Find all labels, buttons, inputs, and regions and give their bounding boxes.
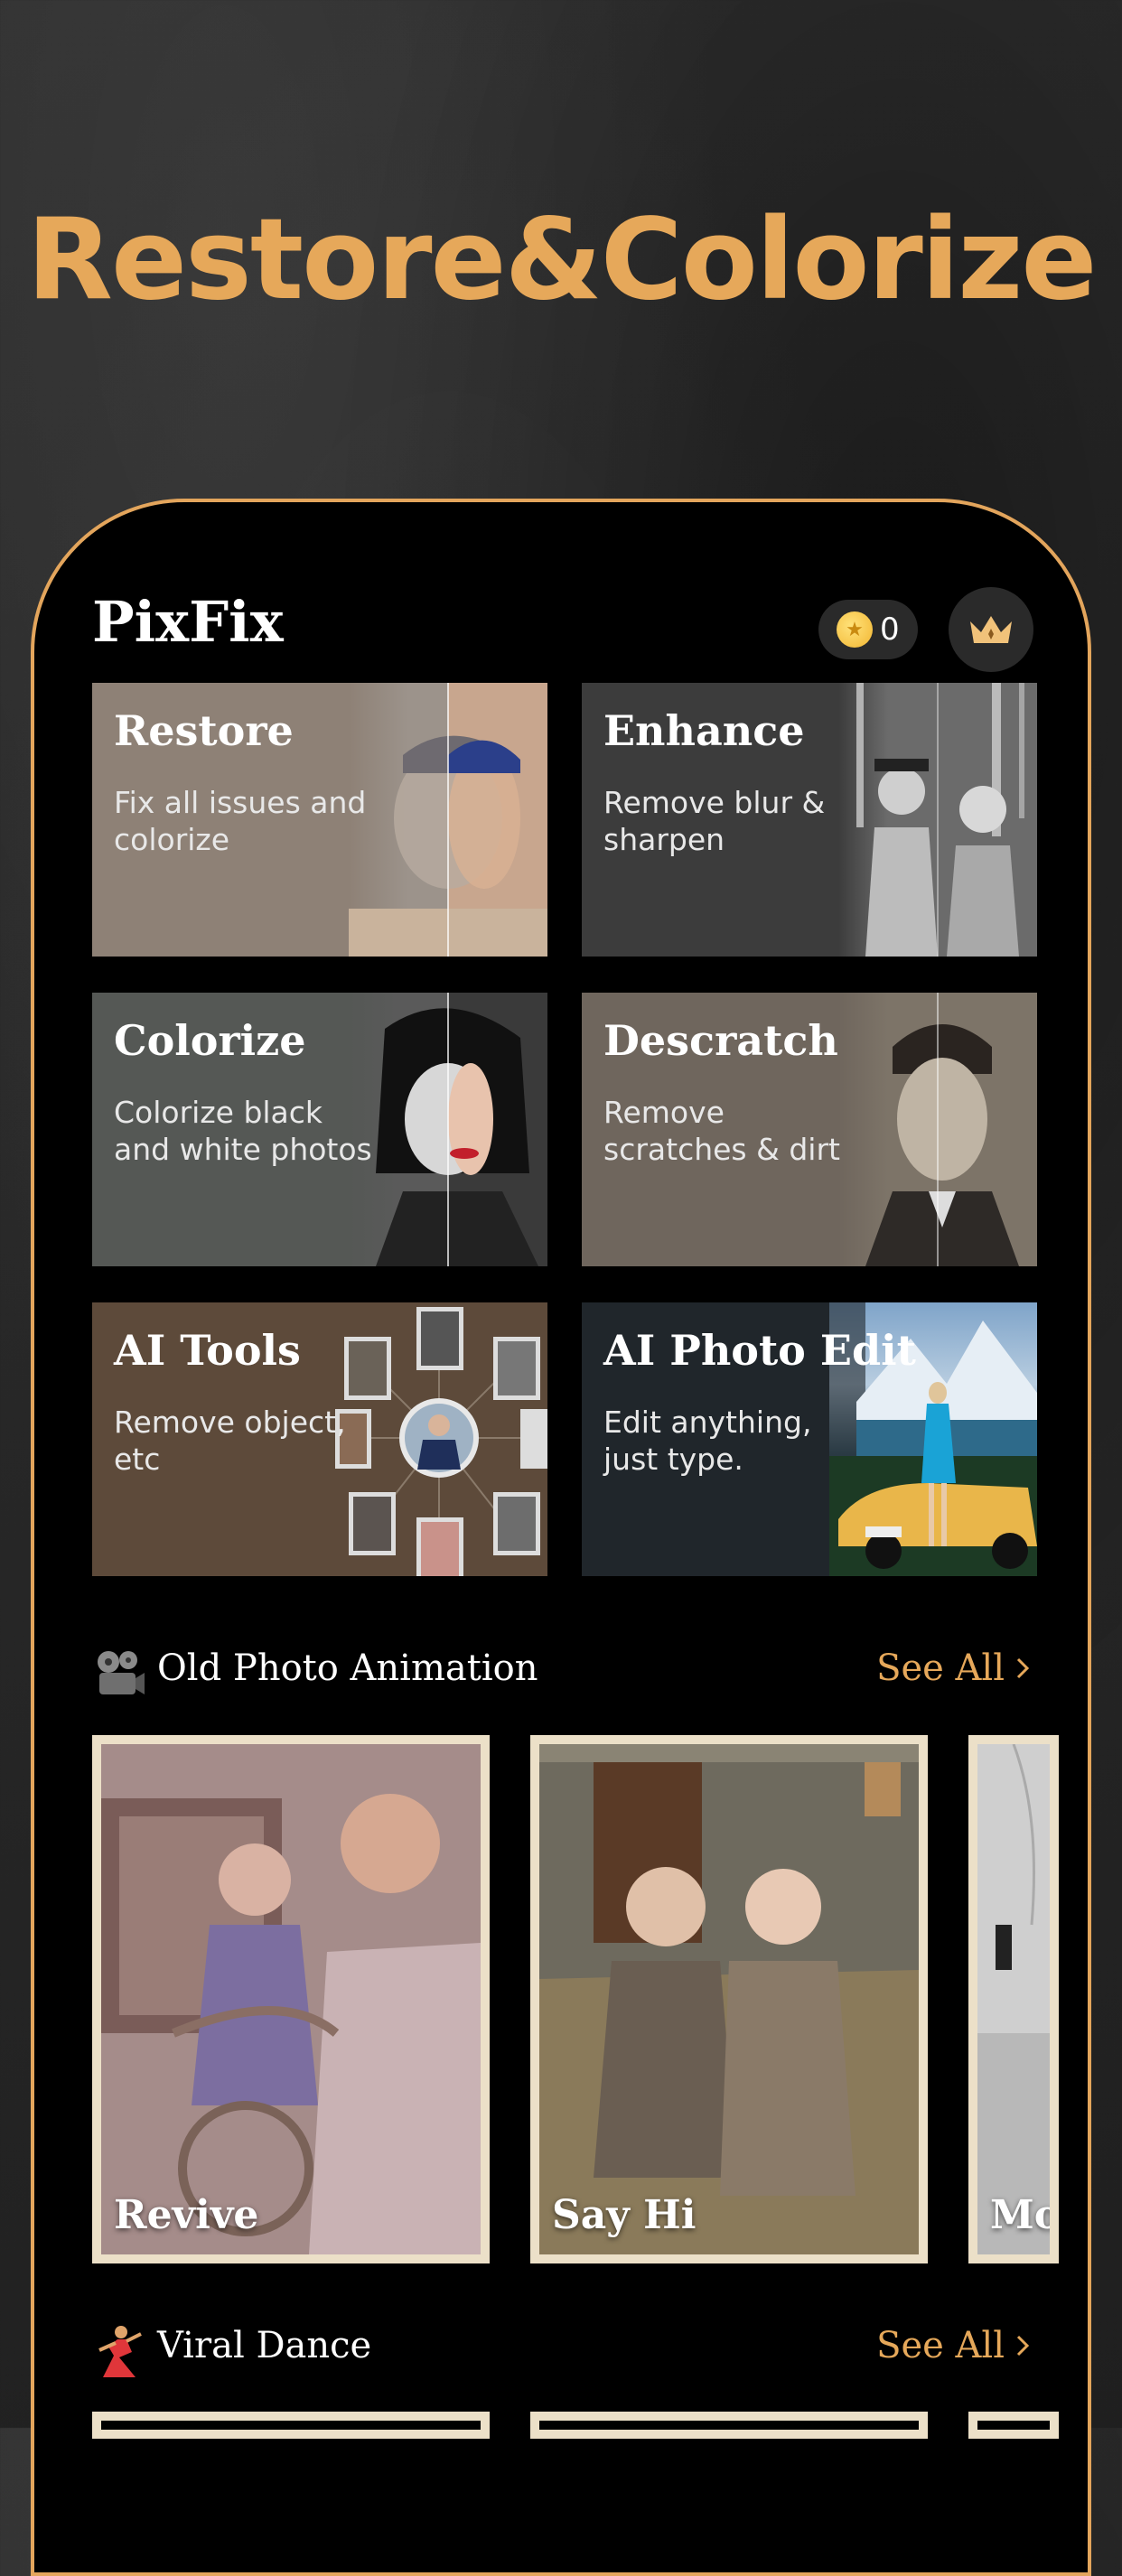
premium-button[interactable] (949, 587, 1033, 672)
coin-icon: ★ (837, 611, 873, 648)
coin-balance-button[interactable]: ★ 0 (818, 600, 918, 659)
crown-icon (970, 616, 1012, 643)
app-header: PixFix ★ 0 (92, 576, 1033, 672)
tool-card-ai-tools[interactable]: AI Tools Remove object, etc (92, 1302, 547, 1576)
see-all-dance-link[interactable]: See All (876, 2325, 1030, 2366)
coin-count: 0 (880, 611, 900, 648)
tool-description: Colorize black and white photos (114, 1095, 372, 1167)
dancer-icon (98, 2326, 142, 2377)
tool-card-colorize[interactable]: Colorize Colorize black and white photos (92, 993, 547, 1266)
chevron-right-icon (1016, 2335, 1030, 2357)
tool-title: Descratch (603, 1016, 838, 1065)
dance-card-2[interactable] (530, 2412, 928, 2439)
animation-card-say-hi[interactable]: Say Hi (530, 1735, 928, 2263)
mo-image (977, 1744, 1050, 2254)
tool-title: Restore (114, 706, 294, 755)
animation-card-mo[interactable]: Mo (968, 1735, 1059, 2263)
see-all-label: See All (876, 2325, 1005, 2366)
tool-description: Edit anything, just type. (603, 1405, 812, 1477)
hero-title: Restore&Colorize (26, 195, 1097, 325)
animation-card-label: Revive (114, 2192, 259, 2238)
section-title: Old Photo Animation (157, 1647, 538, 1689)
tool-title: Colorize (114, 1016, 306, 1065)
animation-card-label: Say Hi (552, 2192, 697, 2238)
phone-frame: PixFix ★ 0 Restore Fix all issues and co… (31, 499, 1091, 2576)
tool-description: Remove scratches & dirt (603, 1095, 840, 1167)
dance-card-3[interactable] (968, 2412, 1059, 2439)
tool-description: Remove object, etc (114, 1405, 346, 1477)
animation-card-revive[interactable]: Revive (92, 1735, 490, 2263)
tool-card-enhance[interactable]: Enhance Remove blur & sharpen (582, 683, 1037, 957)
tool-description: Remove blur & sharpen (603, 785, 826, 857)
section-title: Viral Dance (157, 2325, 372, 2366)
tool-card-restore[interactable]: Restore Fix all issues and colorize (92, 683, 547, 957)
section-header-animation: Old Photo Animation See All (92, 1642, 1030, 1705)
tool-card-ai-photo-edit[interactable]: AI Photo Edit Edit anything, just type. (582, 1302, 1037, 1576)
section-header-dance: Viral Dance See All (92, 2319, 1030, 2383)
revive-image (101, 1744, 481, 2254)
dance-card-1[interactable] (92, 2412, 490, 2439)
chevron-right-icon (1016, 1657, 1030, 1679)
tool-card-descratch[interactable]: Descratch Remove scratches & dirt (582, 993, 1037, 1266)
say-hi-image (539, 1744, 919, 2254)
animation-card-label: Mo (990, 2192, 1059, 2238)
film-projector-icon (98, 1651, 145, 1694)
tool-title: AI Tools (114, 1326, 301, 1375)
tool-title: AI Photo Edit (603, 1326, 916, 1375)
tool-title: Enhance (603, 706, 805, 755)
see-all-label: See All (876, 1647, 1005, 1689)
see-all-animation-link[interactable]: See All (876, 1647, 1030, 1689)
tool-description: Fix all issues and colorize (114, 785, 367, 857)
app-logo: PixFix (92, 589, 284, 655)
